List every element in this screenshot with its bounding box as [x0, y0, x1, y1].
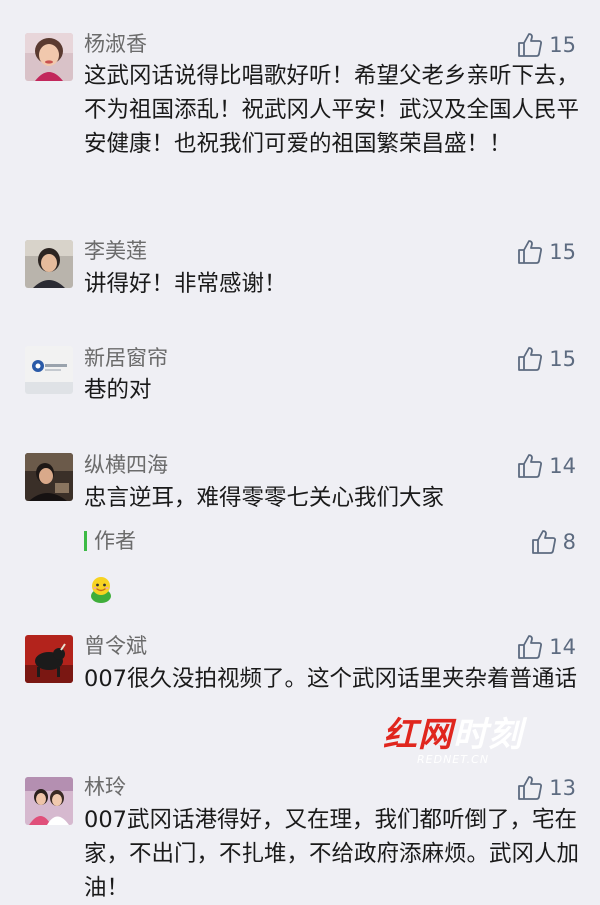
thumbs-up-icon	[517, 346, 543, 372]
commenter-name[interactable]: 纵横四海	[84, 452, 168, 478]
like-button[interactable]: 14	[517, 634, 576, 660]
comment-text: 007武冈话港得好，又在理，我们都听倒了，宅在家，不出门，不扎堆，不给政府添麻烦…	[84, 807, 580, 901]
comment-text: 007很久没拍视频了。这个武冈话里夹杂着普通话	[84, 666, 577, 692]
avatar[interactable]	[25, 453, 73, 501]
like-count: 8	[562, 530, 576, 554]
like-button[interactable]: 14	[517, 453, 576, 479]
like-button[interactable]: 15	[517, 239, 576, 265]
commenter-name[interactable]: 新居窗帘	[84, 345, 168, 371]
avatar[interactable]	[25, 346, 73, 394]
like-button[interactable]: 15	[517, 346, 576, 372]
avatar[interactable]	[25, 33, 73, 81]
like-count: 15	[549, 240, 576, 264]
commenter-name[interactable]: 曾令斌	[84, 633, 147, 659]
author-reply: 作者	[84, 528, 584, 603]
like-count: 15	[549, 33, 576, 57]
like-button[interactable]: 15	[517, 32, 576, 58]
comment-text: 忠言逆耳，难得零零七关心我们大家	[84, 485, 445, 511]
author-label: 作者	[94, 529, 136, 553]
commenter-name[interactable]: 杨淑香	[84, 31, 147, 57]
like-button[interactable]: 13	[517, 775, 576, 801]
thumbs-up-icon	[517, 239, 543, 265]
thumbs-up-icon	[517, 634, 543, 660]
thumbs-up-icon	[531, 529, 557, 555]
avatar[interactable]	[25, 240, 73, 288]
like-count: 14	[549, 635, 576, 659]
commenter-name[interactable]: 林玲	[84, 774, 126, 800]
smiling-chick-emoji-icon	[86, 574, 116, 604]
author-marker	[84, 531, 87, 551]
comment-text: 这武冈话说得比唱歌好听！希望父老乡亲听下去，不为祖国添乱！祝武冈人平安！武汉及全…	[84, 63, 580, 157]
watermark-logo: 红网时刻	[383, 715, 523, 755]
reply-like-button[interactable]: 8	[531, 529, 576, 555]
thumbs-up-icon	[517, 32, 543, 58]
like-count: 14	[549, 454, 576, 478]
commenter-name[interactable]: 李美莲	[84, 238, 147, 264]
comment-text: 讲得好！非常感谢！	[84, 271, 287, 297]
comment-text: 巷的对	[84, 377, 152, 403]
like-count: 15	[549, 347, 576, 371]
thumbs-up-icon	[517, 453, 543, 479]
thumbs-up-icon	[517, 775, 543, 801]
avatar[interactable]	[25, 635, 73, 683]
avatar[interactable]	[25, 777, 73, 825]
like-count: 13	[549, 776, 576, 800]
rednet-watermark: 红网时刻 REDNET.CN	[383, 716, 533, 772]
watermark-subtext: REDNET.CN	[417, 753, 490, 766]
